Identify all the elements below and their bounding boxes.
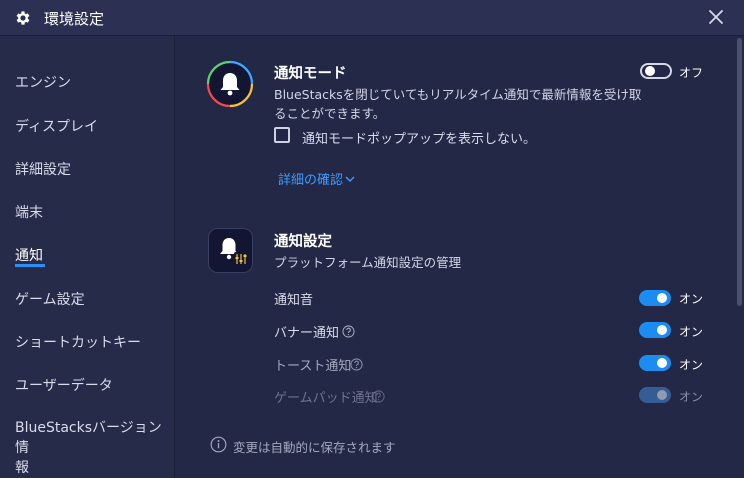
active-tab-indicator (15, 264, 45, 267)
notification-sound-label: 通知音 (274, 293, 314, 308)
toggle-knob (657, 325, 667, 335)
sidebar-item-version-info-line2: 報 (15, 460, 29, 476)
sidebar: エンジン ディスプレイ 詳細設定 端末 通知 ゲーム設定 ショートカットキー ユ… (0, 36, 175, 478)
chevron-down-icon (345, 176, 355, 182)
sidebar-item-version-info-line1: BlueStacksバージョン情 (15, 420, 162, 456)
scrollbar[interactable] (737, 38, 742, 306)
details-link-text: 詳細の確認 (278, 173, 344, 188)
window-title: 環境設定 (44, 10, 105, 28)
sidebar-item-game-settings[interactable]: ゲーム設定 (15, 289, 85, 309)
hide-popup-checkbox[interactable] (274, 127, 290, 143)
toast-notification-toggle[interactable] (639, 355, 671, 371)
gamepad-notification-toggle-label: オン (679, 390, 704, 404)
help-icon[interactable] (372, 390, 385, 403)
notification-mode-description: BlueStacksを閉じていてもリアルタイム通知で最新情報を受け取 ることがで… (274, 85, 641, 123)
gear-icon (16, 11, 30, 25)
notification-mode-toggle-label: オフ (679, 66, 704, 80)
title-bar: 環境設定 (0, 0, 744, 36)
details-link[interactable]: 詳細の確認 (278, 169, 355, 188)
notification-mode-desc-line1: BlueStacksを閉じていてもリアルタイム通知で最新情報を受け取 (274, 87, 642, 102)
info-icon (210, 436, 227, 453)
toggle-knob (657, 358, 667, 368)
notification-settings-subtitle: プラットフォーム通知設定の管理 (274, 255, 462, 270)
toast-notification-label: トースト通知 (274, 359, 352, 374)
notification-sound-toggle-label: オン (679, 292, 704, 306)
sidebar-item-advanced[interactable]: 詳細設定 (15, 159, 71, 179)
sidebar-item-user-data[interactable]: ユーザーデータ (15, 375, 113, 395)
sidebar-item-version-info[interactable]: BlueStacksバージョン情 報 (15, 418, 174, 478)
close-icon[interactable] (706, 7, 726, 27)
sidebar-item-device[interactable]: 端末 (15, 202, 43, 222)
toast-notification-toggle-label: オン (679, 358, 704, 372)
gamepad-notification-toggle[interactable] (639, 387, 671, 403)
toggle-knob (657, 293, 667, 303)
notification-mode-title: 通知モード (274, 66, 347, 82)
sidebar-item-engine[interactable]: エンジン (15, 72, 71, 92)
bell-settings-icon (208, 228, 253, 273)
sidebar-item-shortcuts[interactable]: ショートカットキー (15, 332, 141, 352)
sidebar-item-notifications[interactable]: 通知 (15, 245, 43, 265)
notification-sound-toggle[interactable] (639, 290, 671, 306)
toggle-knob (645, 66, 655, 76)
footer-text: 変更は自動的に保存されます (233, 440, 396, 455)
sidebar-item-display[interactable]: ディスプレイ (15, 116, 98, 136)
gamepad-notification-label: ゲームパッド通知 (274, 391, 378, 406)
notification-mode-toggle[interactable] (640, 63, 672, 79)
banner-notification-toggle-label: オン (679, 325, 704, 339)
banner-notification-toggle[interactable] (639, 322, 671, 338)
notification-mode-desc-line2: ることができます。 (274, 106, 386, 121)
banner-notification-label: バナー通知 (274, 326, 340, 341)
toggle-knob (657, 390, 667, 400)
notification-settings-title: 通知設定 (274, 234, 332, 250)
bell-icon (206, 60, 254, 108)
help-icon[interactable] (342, 325, 355, 338)
hide-popup-checkbox-label[interactable]: 通知モードポップアップを表示しない。 (302, 128, 536, 147)
help-icon[interactable] (350, 358, 363, 371)
